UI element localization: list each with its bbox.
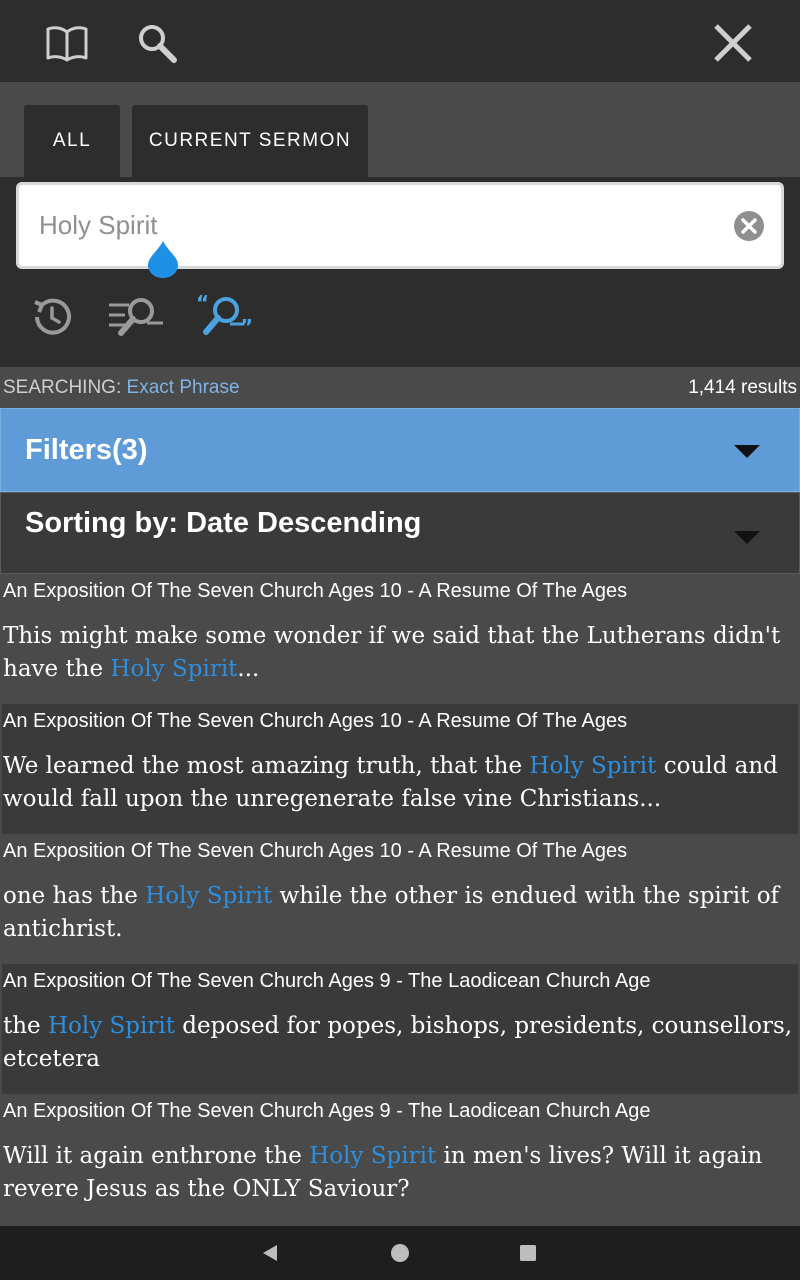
top-toolbar	[0, 0, 800, 82]
searching-label: SEARCHING: Exact Phrase	[3, 377, 240, 399]
sorting-bar[interactable]: Sorting by: Date Descending	[0, 492, 800, 574]
snippet-after: ...	[237, 656, 260, 682]
text-cursor-handle[interactable]	[146, 239, 180, 279]
sorting-label: Sorting by: Date Descending	[25, 507, 422, 539]
result-item[interactable]: An Exposition Of The Seven Church Ages 1…	[2, 834, 798, 964]
nav-recent-icon[interactable]	[516, 1241, 540, 1265]
snippet-match: Holy Spirit	[110, 656, 238, 682]
search-scope-tabs: ALL CURRENT SERMON	[0, 82, 800, 177]
search-panel: “ ”	[0, 177, 800, 367]
result-title: An Exposition Of The Seven Church Ages 1…	[3, 580, 628, 602]
search-box	[16, 182, 784, 269]
snippet-match: Holy Spirit	[47, 1013, 175, 1039]
svg-text:“: “	[196, 294, 209, 315]
tab-current-sermon[interactable]: CURRENT SERMON	[132, 105, 368, 177]
result-count: 1,414 results	[688, 377, 797, 398]
search-icon[interactable]	[132, 18, 182, 68]
result-snippet: one has the Holy Spirit while the other …	[3, 880, 793, 946]
snippet-match: Holy Spirit	[145, 883, 273, 909]
result-item[interactable]: An Exposition Of The Seven Church Ages 1…	[2, 574, 798, 704]
snippet-before: Will it again enthrone the	[3, 1143, 310, 1169]
result-title: An Exposition Of The Seven Church Ages 9…	[3, 1100, 651, 1122]
result-item[interactable]: An Exposition Of The Seven Church Ages 9…	[2, 964, 798, 1094]
result-snippet: We learned the most amazing truth, that …	[3, 750, 793, 816]
sorting-chevron-down-icon	[734, 531, 760, 544]
exact-phrase-search-icon[interactable]: “ ”	[194, 289, 254, 345]
snippet-match: Holy Spirit	[529, 753, 657, 779]
nav-back-icon[interactable]	[258, 1241, 282, 1265]
result-title: An Exposition Of The Seven Church Ages 1…	[3, 710, 628, 732]
snippet-match: Holy Spirit	[309, 1143, 437, 1169]
search-mode[interactable]: Exact Phrase	[127, 377, 240, 398]
result-snippet: Will it again enthrone the Holy Spirit i…	[3, 1140, 793, 1206]
search-status-row: SEARCHING: Exact Phrase 1,414 results	[0, 367, 800, 407]
snippet-before: one has the	[3, 883, 146, 909]
nav-home-icon[interactable]	[388, 1241, 412, 1265]
filters-bar[interactable]: Filters(3)	[0, 408, 800, 492]
result-snippet: the Holy Spirit deposed for popes, bisho…	[3, 1010, 793, 1076]
book-icon[interactable]	[42, 18, 92, 68]
snippet-before: the	[3, 1013, 48, 1039]
result-item[interactable]: An Exposition Of The Seven Church Ages 1…	[2, 704, 798, 834]
all-words-search-icon[interactable]	[106, 289, 166, 345]
result-item[interactable]: An Exposition Of The Seven Church Ages 9…	[2, 1094, 798, 1224]
tab-all[interactable]: ALL	[24, 105, 120, 177]
close-icon[interactable]	[708, 18, 758, 68]
system-nav-bar	[0, 1226, 800, 1280]
filters-chevron-down-icon	[734, 445, 760, 458]
result-title: An Exposition Of The Seven Church Ages 9…	[3, 970, 651, 992]
result-snippet: This might make some wonder if we said t…	[3, 620, 793, 686]
searching-prefix: SEARCHING:	[3, 377, 122, 398]
snippet-before: We learned the most amazing truth, that …	[3, 753, 530, 779]
history-icon[interactable]	[22, 289, 82, 345]
filters-label: Filters(3)	[25, 434, 148, 466]
result-title: An Exposition Of The Seven Church Ages 1…	[3, 840, 628, 862]
svg-text:”: ”	[240, 315, 253, 339]
search-input[interactable]	[39, 207, 719, 243]
clear-circle-icon[interactable]	[733, 210, 765, 242]
